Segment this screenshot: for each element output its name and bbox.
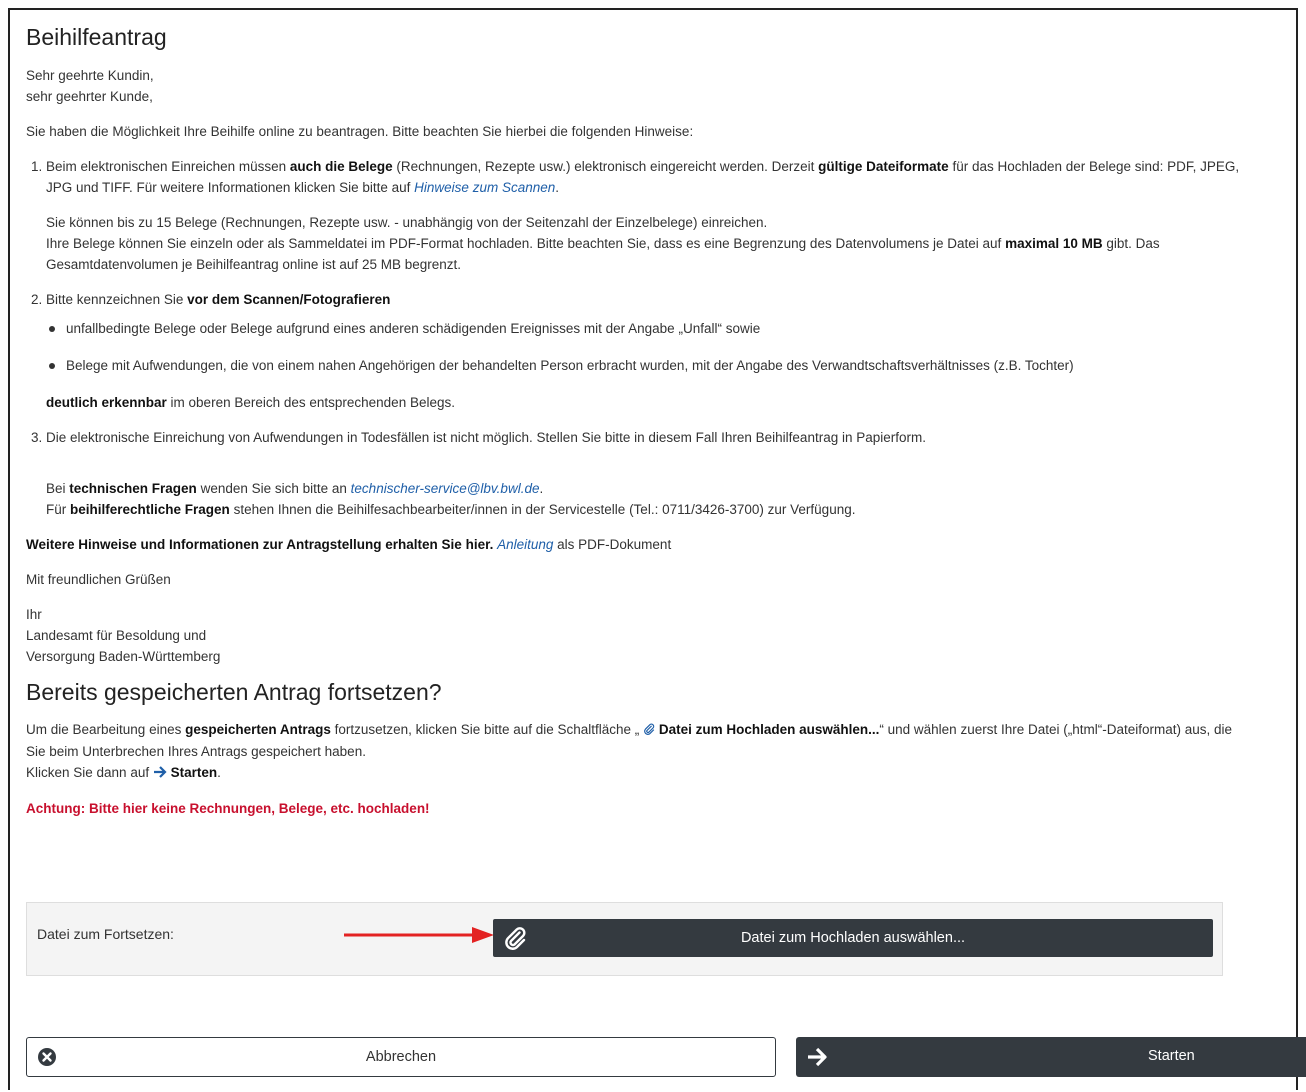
list-item: unfallbedingte Belege oder Belege aufgru… bbox=[46, 318, 1246, 339]
start-label: Starten bbox=[1148, 1048, 1195, 1064]
scan-hints-link[interactable]: Hinweise zum Scannen bbox=[414, 180, 555, 195]
intro-text: Sie haben die Möglichkeit Ihre Beihilfe … bbox=[26, 124, 694, 139]
arrow-right-icon bbox=[153, 763, 167, 784]
hint-item-3: Die elektronische Einreichung von Aufwen… bbox=[46, 427, 1246, 520]
upload-label: Datei zum Fortsetzen: bbox=[37, 926, 174, 942]
main-content: Beihilfeantrag Sehr geehrte Kundin, sehr… bbox=[26, 24, 1246, 833]
choose-file-button[interactable]: Datei zum Hochladen auswählen... bbox=[493, 919, 1213, 957]
marking-note: deutlich erkennbar im oberen Bereich des… bbox=[46, 395, 455, 410]
upload-warning: Achtung: Bitte hier keine Rechnungen, Be… bbox=[26, 800, 430, 816]
paperclip-icon bbox=[503, 926, 527, 954]
page-title: Beihilfeantrag bbox=[26, 24, 167, 50]
hints-list: Beim elektronischen Einreichen müssen au… bbox=[26, 156, 1246, 520]
start-button[interactable]: Starten bbox=[796, 1037, 1306, 1077]
hint-item-2: Bitte kennzeichnen Sie vor dem Scannen/F… bbox=[46, 289, 1246, 413]
guide-link[interactable]: Anleitung bbox=[497, 537, 553, 552]
resume-upload-panel: Datei zum Fortsetzen: Datei zum Hochlade… bbox=[26, 902, 1223, 976]
contact-text: Bei technischen Fragen wenden Sie sich b… bbox=[46, 481, 856, 517]
list-item: Belege mit Aufwendungen, die von einem n… bbox=[46, 355, 1246, 376]
regards: Mit freundlichen Grüßen bbox=[26, 572, 171, 587]
cancel-label: Abbrechen bbox=[365, 1049, 437, 1065]
resume-instructions: Um die Bearbeitung eines gespeicherten A… bbox=[26, 719, 1246, 784]
choose-file-label: Datei zum Hochladen auswählen... bbox=[740, 930, 966, 946]
hint-item-1: Beim elektronischen Einreichen müssen au… bbox=[46, 156, 1246, 275]
paperclip-icon bbox=[643, 720, 655, 741]
further-info: Weitere Hinweise und Informationen zur A… bbox=[26, 537, 672, 552]
arrow-right-icon bbox=[806, 1046, 828, 1072]
cancel-button[interactable]: Abbrechen bbox=[26, 1037, 776, 1077]
signature: Ihr Landesamt für Besoldung und Versorgu… bbox=[26, 607, 221, 664]
greeting: Sehr geehrte Kundin, sehr geehrter Kunde… bbox=[26, 68, 154, 104]
upload-limits-text: Sie können bis zu 15 Belege (Rechnungen,… bbox=[46, 215, 1160, 272]
marking-list: unfallbedingte Belege oder Belege aufgru… bbox=[46, 318, 1246, 376]
resume-title: Bereits gespeicherten Antrag fortsetzen? bbox=[26, 679, 442, 705]
times-circle-icon bbox=[37, 1047, 57, 1071]
annotation-arrow bbox=[344, 927, 494, 943]
support-email-link[interactable]: technischer-service@lbv.bwl.de bbox=[351, 481, 540, 496]
